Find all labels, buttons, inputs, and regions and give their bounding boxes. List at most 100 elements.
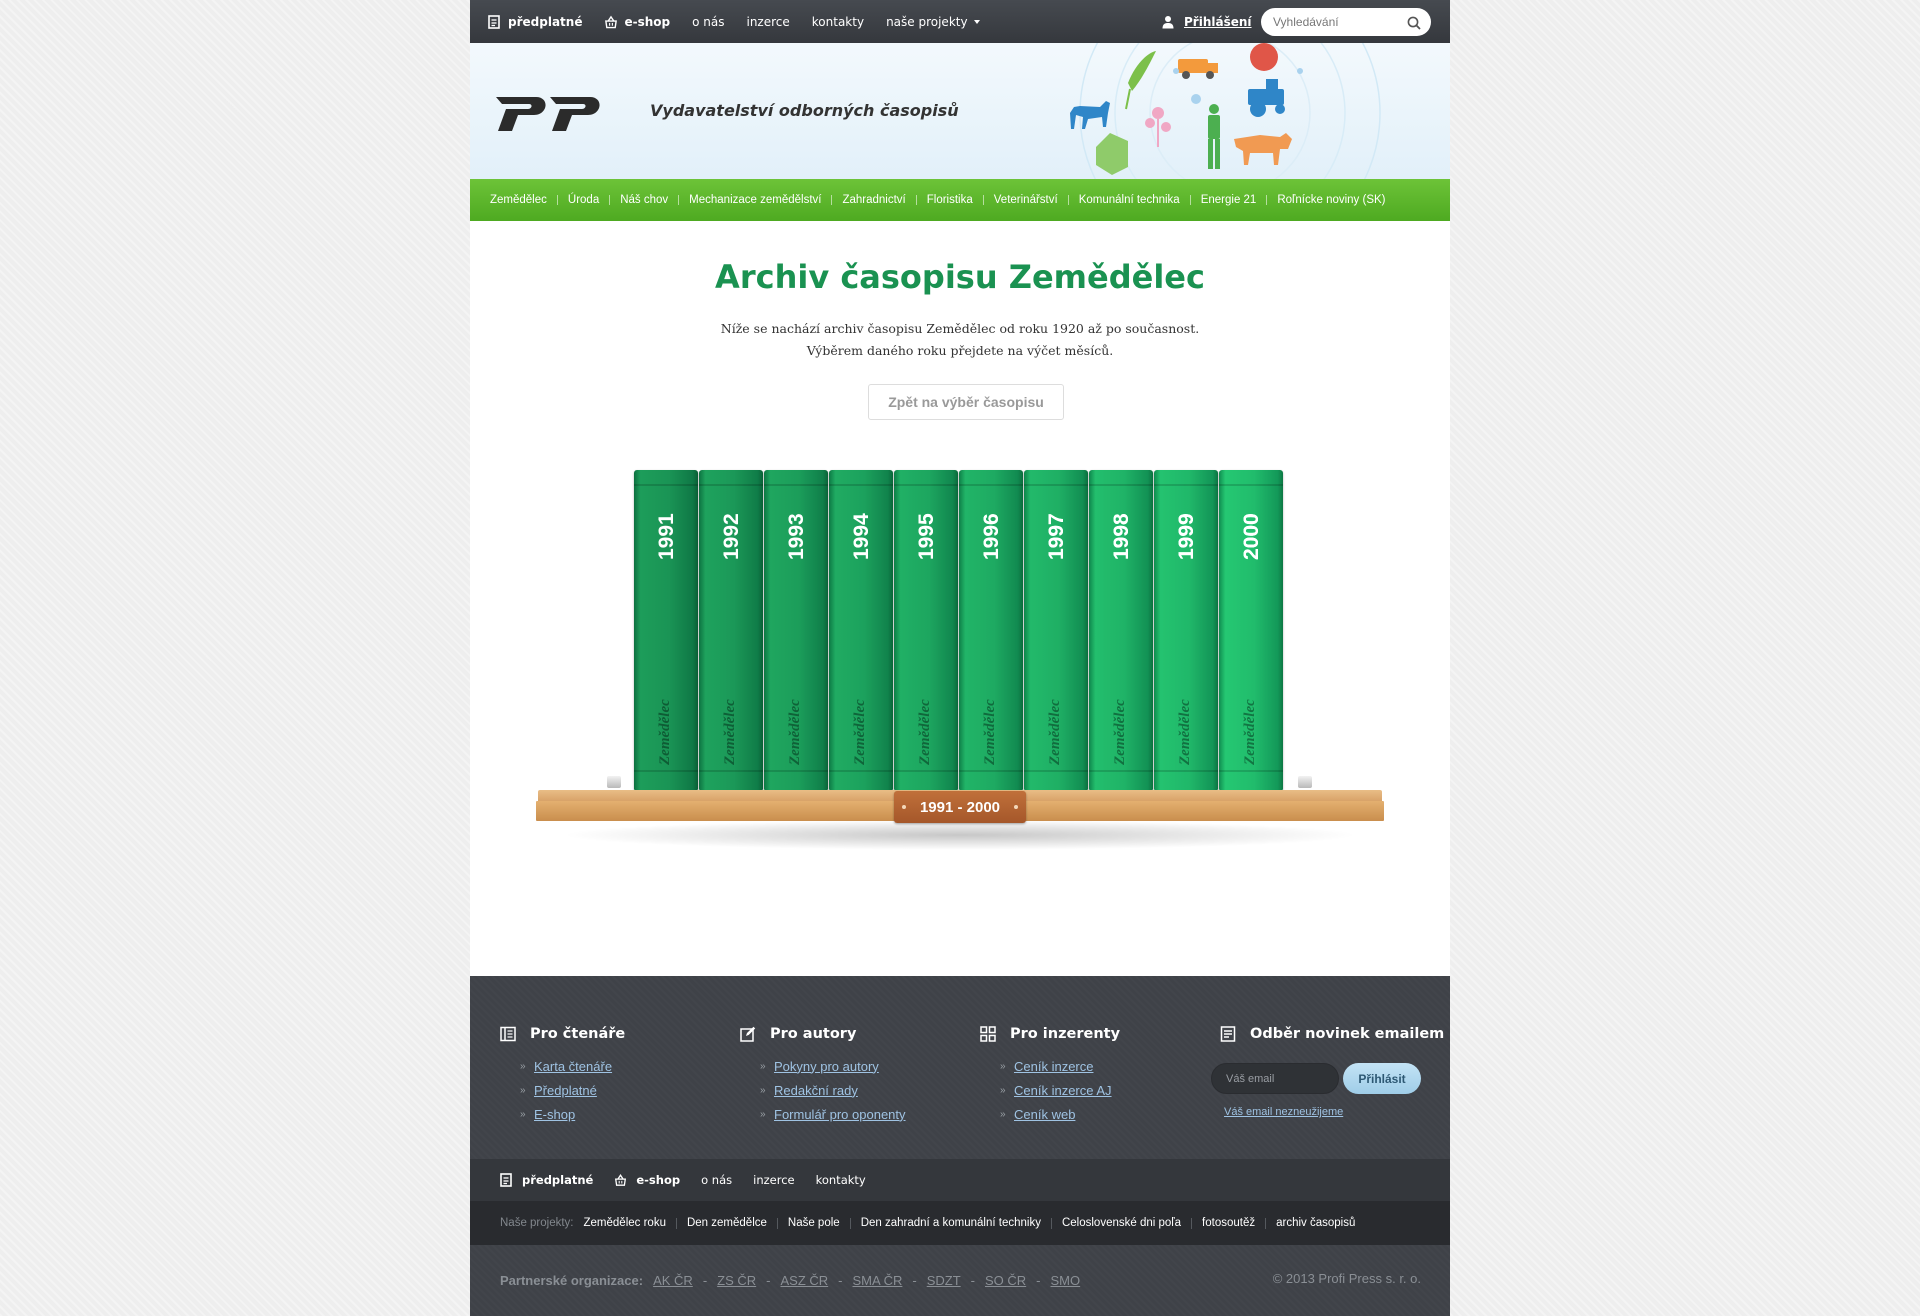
search-input[interactable] (1273, 8, 1403, 36)
footer-link[interactable]: Formulář pro oponenty (774, 1107, 906, 1122)
top-nav-o-nas[interactable]: o nás (692, 15, 724, 29)
partners-separator: - (970, 1273, 975, 1288)
profi-press-logo[interactable] (488, 89, 616, 133)
privacy-note-link[interactable]: Váš email nezneužijeme (1224, 1106, 1343, 1118)
year-book-1999[interactable]: 1999 Zemědělec (1154, 470, 1218, 790)
footer-link[interactable]: Karta čtenáře (534, 1059, 612, 1074)
book-year: 2000 (1219, 498, 1283, 560)
year-book-1992[interactable]: 1992 Zemědělec (699, 470, 763, 790)
partner-link[interactable]: SMA ČR (853, 1273, 903, 1288)
book-brand-label: Zemědělec (982, 699, 998, 765)
magazine-link-veterinarstvi[interactable]: Veterinářství (994, 194, 1058, 206)
footer-link[interactable]: Ceník inzerce (1014, 1059, 1093, 1074)
footer-nav-kontakty[interactable]: kontakty (816, 1173, 866, 1187)
footer-link[interactable]: Redakční rady (774, 1083, 858, 1098)
top-nav-eshop[interactable]: e-shop (604, 15, 670, 29)
partner-link[interactable]: ZS ČR (717, 1273, 756, 1288)
spine-band (829, 770, 893, 772)
top-nav-inzerce[interactable]: inzerce (746, 15, 789, 29)
plaque-rivet (902, 805, 906, 809)
chevron-right-icon: » (520, 1060, 526, 1072)
bookshelf: 1991 Zemědělec 1992 Zemědělec 1993 Zemědělec 1… (470, 465, 1450, 865)
search-icon[interactable] (1407, 15, 1421, 30)
newsletter-subscribe-button[interactable]: Přihlásit (1343, 1063, 1421, 1094)
project-link[interactable]: fotosoutěž (1202, 1217, 1255, 1229)
project-link[interactable]: Naše pole (788, 1217, 840, 1229)
year-book-1994[interactable]: 1994 Zemědělec (829, 470, 893, 790)
spine-band (959, 770, 1023, 772)
project-link[interactable]: Celoslovenské dni poľa (1062, 1217, 1181, 1229)
top-nav-predplatne[interactable]: předplatné (488, 15, 582, 29)
login-link[interactable]: Přihlášení (1162, 0, 1252, 43)
projects-label: Naše projekty: (500, 1217, 574, 1229)
footer-link[interactable]: E-shop (534, 1107, 575, 1122)
top-nav-kontakty[interactable]: kontakty (812, 15, 864, 29)
footer-nav-label: o nás (701, 1173, 733, 1187)
magazine-link-uroda[interactable]: Úroda (568, 194, 599, 206)
year-book-1993[interactable]: 1993 Zemědělec (764, 470, 828, 790)
year-book-1995[interactable]: 1995 Zemědělec (894, 470, 958, 790)
year-book-2000[interactable]: 2000 Zemědělec (1219, 470, 1283, 790)
footer-link[interactable]: Ceník web (1014, 1107, 1075, 1122)
book-brand-label: Zemědělec (917, 699, 933, 765)
year-book-1998[interactable]: 1998 Zemědělec (1089, 470, 1153, 790)
project-link[interactable]: Den zahradní a komunální techniky (861, 1217, 1041, 1229)
footer-nav-inzerce[interactable]: inzerce (753, 1173, 794, 1187)
top-nav-nase-projekty[interactable]: naše projekty (886, 15, 980, 29)
footer-nav-o-nas[interactable]: o nás (701, 1173, 732, 1187)
header-tagline: Vydavatelství odborných časopisů (650, 101, 959, 120)
magazine-link-zahradnictvi[interactable]: Zahradnictví (842, 194, 905, 206)
project-link[interactable]: Den zemědělce (687, 1217, 767, 1229)
spine-band (1219, 770, 1283, 772)
footer-nav-predplatne[interactable]: předplatné (500, 1173, 593, 1187)
footer-link[interactable]: Předplatné (534, 1083, 597, 1098)
back-to-magazines-button[interactable]: Zpět na výběr časopisu (868, 384, 1064, 420)
projects-separator (849, 1217, 851, 1229)
top-nav-label: předplatné (508, 14, 583, 29)
book-brand: Zemědělec (894, 670, 958, 770)
book-year: 1992 (699, 498, 763, 560)
book-year-label: 1991 (655, 513, 678, 560)
nav-separator (556, 195, 558, 205)
year-book-1996[interactable]: 1996 Zemědělec (959, 470, 1023, 790)
chevron-right-icon: » (520, 1108, 526, 1120)
book-year: 1996 (959, 498, 1023, 560)
footer-link[interactable]: Ceník inzerce AJ (1014, 1083, 1112, 1098)
project-link[interactable]: Zemědělec roku (584, 1217, 666, 1229)
newsletter-email-input[interactable] (1211, 1063, 1339, 1094)
spine-band (1089, 770, 1153, 772)
nav-separator (982, 195, 984, 205)
magazine-link-rolnicke-noviny[interactable]: Roľnícke noviny (SK) (1277, 194, 1385, 206)
partner-link[interactable]: SO ČR (985, 1273, 1026, 1288)
magazine-link-nas-chov[interactable]: Náš chov (620, 194, 668, 206)
book-brand: Zemědělec (1024, 670, 1088, 770)
footer-heading-label: Pro inzerenty (1010, 1026, 1121, 1042)
partner-link[interactable]: AK ČR (653, 1273, 693, 1288)
footer-nav-label: inzerce (753, 1173, 795, 1187)
partners-label: Partnerské organizace: (500, 1273, 644, 1288)
partner-link[interactable]: SDZT (927, 1273, 961, 1288)
partner-link[interactable]: SMO (1051, 1273, 1081, 1288)
list-item: » Ceník inzerce (1000, 1054, 1120, 1078)
year-book-1997[interactable]: 1997 Zemědělec (1024, 470, 1088, 790)
user-icon (1162, 15, 1174, 29)
chevron-right-icon: » (520, 1084, 526, 1096)
book-year-label: 1997 (1045, 513, 1068, 560)
top-nav-label: o nás (692, 14, 725, 29)
project-link[interactable]: archiv časopisů (1276, 1217, 1355, 1229)
caret-down-icon (973, 19, 980, 24)
footer-nav-eshop[interactable]: e-shop (614, 1173, 680, 1187)
magazine-link-komunalni-technika[interactable]: Komunální technika (1079, 194, 1180, 206)
projects-separator (1050, 1217, 1052, 1229)
magazine-link-energie-21[interactable]: Energie 21 (1201, 194, 1257, 206)
magazine-link-floristika[interactable]: Floristika (927, 194, 973, 206)
projects-separator (1265, 1217, 1267, 1229)
year-book-1991[interactable]: 1991 Zemědělec (634, 470, 698, 790)
shelf-shadow (560, 820, 1360, 850)
partners-separator: - (1036, 1273, 1041, 1288)
magazine-link-zemedelec[interactable]: Zemědělec (490, 194, 547, 206)
partner-link[interactable]: ASZ ČR (781, 1273, 829, 1288)
footer-link[interactable]: Pokyny pro autory (774, 1059, 879, 1074)
magazine-link-mechanizace[interactable]: Mechanizace zemědělství (689, 194, 821, 206)
nav-separator (915, 195, 917, 205)
